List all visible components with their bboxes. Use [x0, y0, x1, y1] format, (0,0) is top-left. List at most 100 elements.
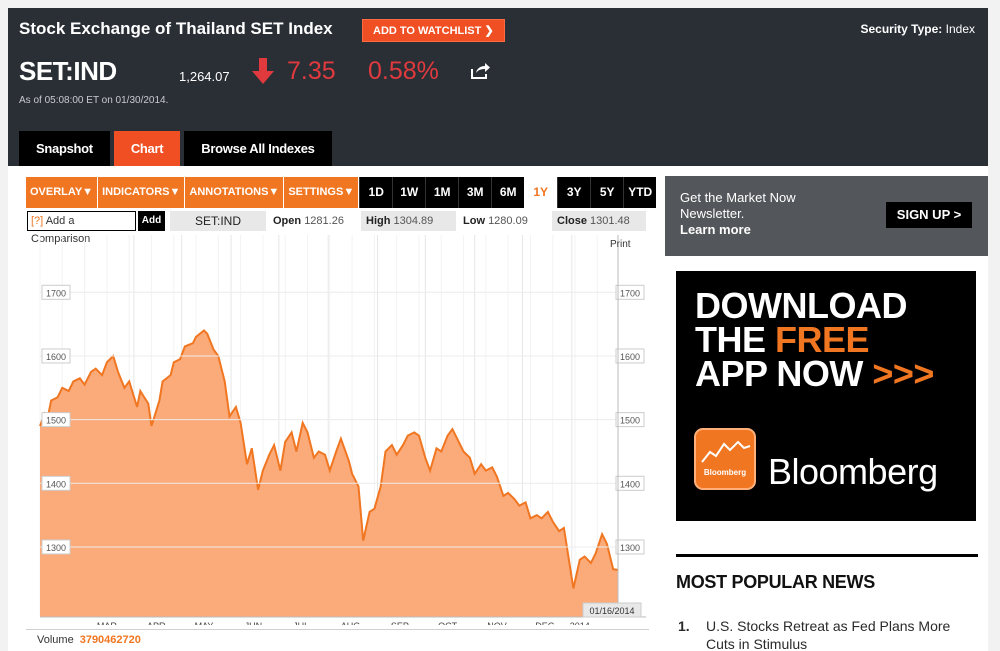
high-label: High [366, 215, 391, 227]
share-icon[interactable] [470, 62, 490, 80]
watchlist-label: ADD TO WATCHLIST [373, 25, 482, 37]
ticker-symbol: SET:IND [19, 56, 117, 86]
price-change-percent: 0.58% [368, 57, 439, 85]
volume-readout: Volume 3790462720 [37, 634, 141, 646]
range-3m[interactable]: 3M [458, 177, 491, 208]
x-tick-label: JUN [245, 621, 263, 625]
x-tick-label: MAY [195, 621, 214, 625]
ad-headline: DOWNLOAD THE FREE APP NOW >>> [695, 285, 934, 394]
low-label: Low [463, 215, 485, 227]
y-tick-label-right: 1300 [620, 543, 640, 553]
ad-line3b: >>> [872, 353, 934, 394]
y-tick-label-left: 1600 [46, 352, 66, 362]
y-tick-label-left: 1500 [46, 416, 66, 426]
range-1y[interactable]: 1Y [524, 177, 558, 208]
newsletter-text: Get the Market Now Newsletter. Learn mor… [680, 190, 796, 238]
low-value: Low 1280.09 [458, 211, 548, 231]
annotations-dropdown[interactable]: ANNOTATIONS▼ [185, 177, 285, 208]
x-tick-label: AUG [341, 621, 361, 625]
ad-line3a: APP NOW [695, 353, 873, 394]
range-5y[interactable]: 5Y [590, 177, 623, 208]
chevron-right-icon: ❯ [484, 25, 494, 37]
range-3y[interactable]: 3Y [557, 177, 590, 208]
bloomberg-app-icon: Bloomberg [694, 428, 756, 490]
caret-down-icon: ▼ [82, 186, 94, 198]
down-arrow-icon [252, 58, 274, 84]
range-1d[interactable]: 1D [359, 177, 392, 208]
newsletter-line2: Newsletter. [680, 206, 745, 221]
volume-divider [26, 629, 649, 630]
app-ad-banner[interactable]: DOWNLOAD THE FREE APP NOW >>> Bloomberg … [676, 271, 976, 521]
x-tick-label: APR [147, 621, 166, 625]
x-tick-label: NOV [487, 621, 507, 625]
most-popular-rule [676, 554, 978, 557]
overlay-dropdown[interactable]: OVERLAY▼ [26, 177, 99, 208]
range-1m[interactable]: 1M [425, 177, 458, 208]
y-tick-label-left: 1300 [46, 543, 66, 553]
price-area [40, 330, 618, 617]
app-icon-label: Bloomberg [703, 468, 747, 477]
quote-header: Stock Exchange of Thailand SET Index ADD… [8, 8, 988, 166]
ad-line1: DOWNLOAD [695, 285, 907, 326]
chart-icon [701, 440, 751, 463]
y-tick-label-right: 1500 [620, 416, 640, 426]
caret-down-icon: ▼ [343, 186, 355, 198]
symbol-label: SET:IND [170, 211, 266, 231]
open-value: Open 1281.26 [268, 211, 358, 231]
sign-up-button[interactable]: SIGN UP > [886, 202, 972, 228]
add-to-watchlist-button[interactable]: ADD TO WATCHLIST ❯ [362, 19, 505, 42]
tab-snapshot[interactable]: Snapshot [19, 131, 110, 166]
add-comparison-button[interactable]: Add [138, 211, 165, 231]
page-title: Stock Exchange of Thailand SET Index [19, 19, 333, 38]
settings-label: SETTINGS [288, 186, 344, 198]
range-1w[interactable]: 1W [392, 177, 425, 208]
close-value: Close 1301.48 [552, 211, 646, 231]
news-item-headline: U.S. Stocks Retreat as Fed Plans More Cu… [706, 618, 951, 651]
close-number: 1301.48 [590, 215, 630, 227]
y-tick-label-left: 1700 [46, 288, 66, 298]
tab-browse-all-indexes[interactable]: Browse All Indexes [184, 131, 332, 166]
volume-value: 3790462720 [79, 634, 141, 646]
y-tick-label-right: 1600 [620, 352, 640, 362]
range-ytd[interactable]: YTD [623, 177, 656, 208]
x-tick-label: 2014 [570, 621, 590, 625]
overlay-label: OVERLAY [30, 186, 83, 198]
x-tick-label: JUL [293, 621, 309, 625]
x-tick-label: SEP [391, 621, 409, 625]
y-tick-label-left: 1400 [46, 479, 66, 489]
x-tick-label: MAR [97, 621, 118, 625]
high-value: High 1304.89 [361, 211, 456, 231]
ad-brand: Bloomberg [768, 451, 938, 492]
settings-dropdown[interactable]: SETTINGS▼ [284, 177, 360, 208]
caret-down-icon: ▼ [169, 186, 181, 198]
date-label: 01/16/2014 [589, 606, 634, 616]
chart-toolbar: OVERLAY▼ INDICATORS▼ ANNOTATIONS▼ SETTIN… [26, 177, 657, 208]
x-tick-label: OCT [438, 621, 458, 625]
indicators-label: INDICATORS [102, 186, 170, 198]
quote-strip: [?] Add a Comparison Add SET:IND Open 12… [26, 210, 649, 245]
print-link: Print [610, 239, 631, 250]
security-type-label: Security Type: [860, 22, 943, 36]
high-number: 1304.89 [393, 215, 434, 227]
newsletter-box: Get the Market Now Newsletter. Learn mor… [665, 176, 988, 256]
open-number: 1281.26 [304, 215, 344, 227]
caret-down-icon: ▼ [268, 186, 280, 198]
news-item-number: 1. [678, 618, 690, 634]
comparison-input[interactable]: [?] Add a Comparison [27, 211, 136, 245]
most-popular-title: MOST POPULAR NEWS [676, 572, 875, 592]
page-frame: Stock Exchange of Thailand SET Index ADD… [8, 8, 988, 651]
open-label: Open [273, 215, 302, 227]
range-selector: 1D 1W 1M 3M 6M 1Y 3Y 5Y YTD [359, 177, 657, 208]
learn-more-link[interactable]: Learn more [680, 222, 796, 238]
close-label: Close [557, 215, 587, 227]
tab-chart[interactable]: Chart [113, 131, 181, 166]
last-price: 1,264.07 [179, 69, 230, 84]
y-tick-label-right: 1700 [620, 288, 640, 298]
range-6m[interactable]: 6M [491, 177, 524, 208]
annotations-label: ANNOTATIONS [189, 186, 269, 198]
price-chart[interactable]: 1300 1300 1400 1400 1500 1500 1600 1600 1700 1700… [26, 235, 649, 625]
x-tick-label: DEC [535, 621, 555, 625]
newsletter-line1: Get the Market Now [680, 190, 796, 205]
indicators-dropdown[interactable]: INDICATORS▼ [98, 177, 186, 208]
help-link[interactable]: [?] [31, 215, 43, 227]
